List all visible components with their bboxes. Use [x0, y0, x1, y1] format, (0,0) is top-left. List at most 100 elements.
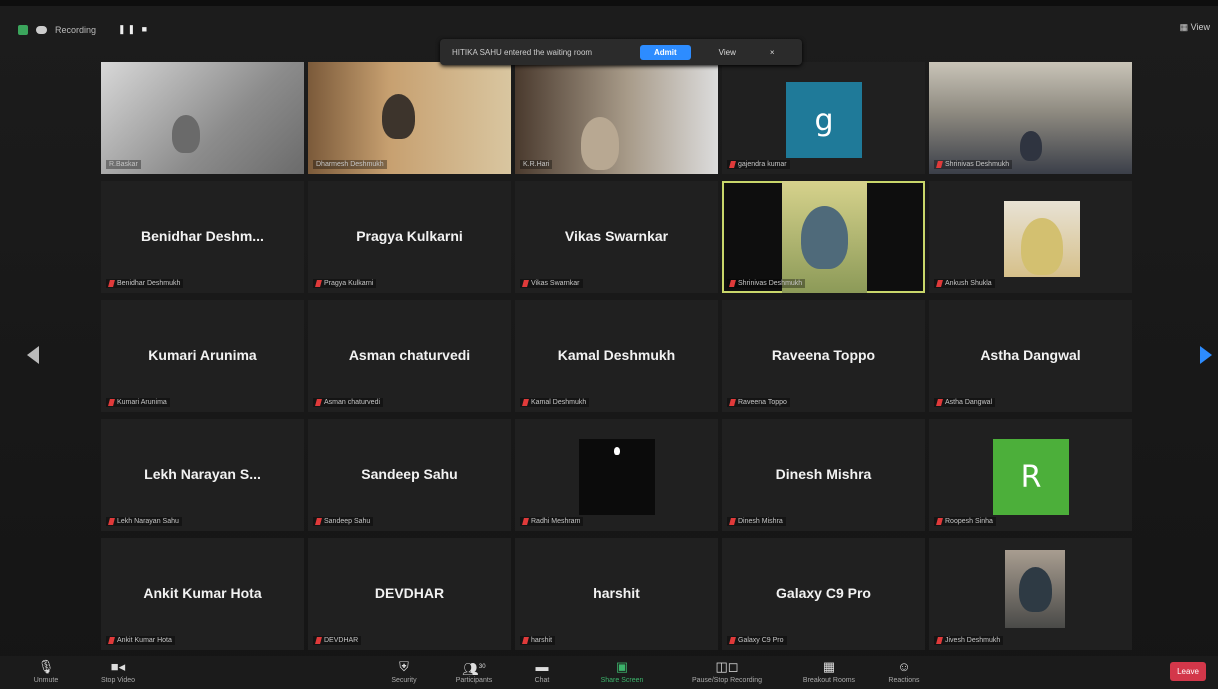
participant-display-name: Lekh Narayan S...	[144, 466, 261, 482]
muted-mic-icon	[315, 280, 322, 287]
participant-tile[interactable]: Kamal Deshmukh Kamal Deshmukh	[515, 300, 718, 412]
shield-icon[interactable]	[18, 24, 28, 35]
participant-display-name: Vikas Swarnkar	[564, 228, 669, 244]
participants-button[interactable]: 👥︎30 Participants	[446, 659, 502, 684]
participant-tile[interactable]: Pragya Kulkarni Pragya Kulkarni	[308, 181, 511, 293]
waiting-room-notification: HITIKA SAHU entered the waiting room Adm…	[440, 39, 802, 65]
participant-silhouette	[381, 94, 415, 139]
participant-tile[interactable]: Ankush Shukla	[929, 181, 1132, 293]
participant-tile[interactable]: Kumari Arunima Kumari Arunima	[101, 300, 304, 412]
participant-tile[interactable]: Dharmesh Deshmukh	[308, 62, 511, 174]
participant-tile[interactable]: R.Baskar	[101, 62, 304, 174]
participant-display-name: Kumari Arunima	[148, 347, 257, 363]
participant-name-label: Ankush Shukla	[934, 279, 995, 288]
participant-name: Kumari Arunima	[117, 399, 167, 406]
participant-tile[interactable]: Raveena Toppo Raveena Toppo	[722, 300, 925, 412]
muted-mic-icon	[108, 637, 115, 644]
participant-display-name: Dinesh Mishra	[775, 466, 872, 482]
muted-mic-icon	[315, 399, 322, 406]
participant-tile[interactable]: Dinesh Mishra Dinesh Mishra	[722, 419, 925, 531]
participant-tile[interactable]: DEVDHAR DEVDHAR	[308, 538, 511, 650]
participant-tile[interactable]: Shrinivas Deshmukh	[722, 181, 925, 293]
share-screen-button[interactable]: ▣ Share Screen	[584, 659, 660, 684]
participant-tile[interactable]: Astha Dangwal Astha Dangwal	[929, 300, 1132, 412]
recording-controls[interactable]: ❚❚ ■	[118, 24, 149, 35]
participant-display-name: harshit	[593, 585, 640, 601]
breakout-rooms-button[interactable]: ▦ Breakout Rooms	[790, 659, 868, 684]
participant-tile[interactable]: Radhi Meshram	[515, 419, 718, 531]
participant-tile[interactable]: Shrinivas Deshmukh	[929, 62, 1132, 174]
grid-view-icon: ▦	[1179, 22, 1191, 32]
participant-tile[interactable]: Ankit Kumar Hota Ankit Kumar Hota	[101, 538, 304, 650]
participant-name-label: R.Baskar	[106, 160, 141, 169]
muted-mic-icon	[936, 637, 943, 644]
participant-name: Benidhar Deshmukh	[117, 280, 181, 287]
reactions-button[interactable]: ☺ Reactions	[876, 659, 932, 684]
participant-name-label: Raveena Toppo	[727, 398, 790, 407]
participant-tile[interactable]: Lekh Narayan S... Lekh Narayan Sahu	[101, 419, 304, 531]
participant-name-label: Ankit Kumar Hota	[106, 636, 175, 645]
leave-button[interactable]: Leave	[1170, 662, 1206, 681]
chat-button[interactable]: ▬ Chat	[514, 659, 570, 684]
participant-name: Sandeep Sahu	[324, 518, 371, 525]
muted-mic-icon	[108, 280, 115, 287]
participant-name: Kamal Deshmukh	[531, 399, 587, 406]
participant-name-label: Benidhar Deshmukh	[106, 279, 184, 288]
next-page-arrow-icon[interactable]	[1200, 346, 1212, 364]
participant-tile[interactable]: K.R.Hari	[515, 62, 718, 174]
participant-tile[interactable]: Asman chaturvedi Asman chaturvedi	[308, 300, 511, 412]
participant-name-label: Jivesh Deshmukh	[934, 636, 1004, 645]
cloud-recording-icon	[36, 25, 47, 34]
stop-video-button[interactable]: ■◂ Stop Video	[90, 659, 146, 684]
notification-view-button[interactable]: View	[719, 48, 736, 57]
close-icon[interactable]: ×	[770, 48, 775, 57]
participant-display-name: Galaxy C9 Pro	[776, 585, 871, 601]
pause-stop-icon: ◫◻	[715, 659, 739, 674]
muted-mic-icon	[108, 399, 115, 406]
participant-tile[interactable]: Galaxy C9 Pro Galaxy C9 Pro	[722, 538, 925, 650]
participant-display-name: Raveena Toppo	[771, 347, 876, 363]
participant-tile[interactable]: R Roopesh Sinha	[929, 419, 1132, 531]
view-button[interactable]: ▦ View	[1180, 22, 1210, 33]
muted-mic-icon: 🎙︎	[37, 659, 55, 674]
participant-tile[interactable]: Jivesh Deshmukh	[929, 538, 1132, 650]
muted-mic-icon	[522, 280, 529, 287]
participant-tile[interactable]: Benidhar Deshm... Benidhar Deshmukh	[101, 181, 304, 293]
admit-button[interactable]: Admit	[640, 44, 691, 60]
participant-name: Shrinivas Deshmukh	[738, 280, 803, 287]
participant-gallery: R.Baskar Dharmesh Deshmukh K.R.Hari g gajend…	[101, 62, 1141, 656]
participant-display-name: DEVDHAR	[374, 585, 445, 601]
participant-tile[interactable]: Vikas Swarnkar Vikas Swarnkar	[515, 181, 718, 293]
avatar: R	[993, 439, 1069, 515]
previous-page-arrow-icon[interactable]	[27, 346, 39, 364]
video-feed	[161, 102, 211, 162]
muted-mic-icon	[729, 161, 736, 168]
pause-stop-recording-button[interactable]: ◫◻ Pause/Stop Recording	[682, 659, 772, 684]
participant-name: DEVDHAR	[324, 637, 359, 644]
share-screen-icon: ▣	[615, 659, 629, 674]
participant-name: Shrinivas Deshmukh	[945, 161, 1010, 168]
muted-mic-icon	[729, 518, 736, 525]
video-camera-icon: ■◂	[110, 659, 126, 674]
participant-silhouette	[614, 447, 620, 455]
participant-name: harshit	[531, 637, 553, 644]
reactions-icon: ☺	[897, 659, 911, 674]
chat-bubble-icon: ▬	[535, 659, 549, 674]
participant-name-label: harshit	[520, 636, 556, 645]
participant-tile[interactable]: g gajendra kumar	[722, 62, 925, 174]
participant-name: Vikas Swarnkar	[531, 280, 580, 287]
participant-name-label: Roopesh Sinha	[934, 517, 996, 526]
participant-name-label: Pragya Kulkarni	[313, 279, 377, 288]
participant-name-label: Vikas Swarnkar	[520, 279, 583, 288]
participant-tile[interactable]: Sandeep Sahu Sandeep Sahu	[308, 419, 511, 531]
participant-display-name: Benidhar Deshm...	[141, 228, 264, 244]
meeting-toolbar: 🎙︎ Unmute ■◂ Stop Video ⛨ Security 👥︎30 …	[0, 656, 1218, 689]
muted-mic-icon	[108, 518, 115, 525]
unmute-button[interactable]: 🎙︎ Unmute	[18, 659, 74, 684]
participant-silhouette	[1018, 567, 1052, 613]
recording-label: Recording	[55, 24, 97, 35]
participant-tile[interactable]: harshit harshit	[515, 538, 718, 650]
participant-name: K.R.Hari	[523, 161, 550, 168]
security-button[interactable]: ⛨ Security	[376, 659, 432, 684]
participant-name: Galaxy C9 Pro	[738, 637, 784, 644]
